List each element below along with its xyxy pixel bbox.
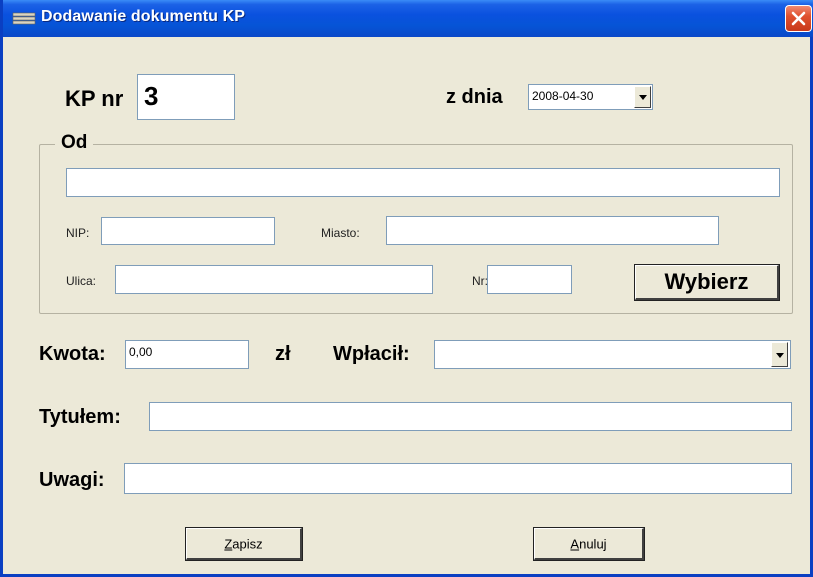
nr-label: Nr:	[472, 274, 488, 288]
cancel-button[interactable]: Anuluj	[534, 528, 644, 560]
save-button[interactable]: Zapisz	[186, 528, 302, 560]
miasto-field[interactable]	[386, 216, 719, 245]
od-name-field[interactable]	[66, 168, 780, 197]
nip-field[interactable]	[101, 217, 275, 245]
wplacil-dropdown-button[interactable]	[771, 342, 788, 367]
ulica-label: Ulica:	[66, 274, 97, 288]
wplacil-label: Wpłacił:	[333, 343, 410, 365]
wybierz-button-label: Wybierz	[664, 269, 749, 294]
uwagi-label: Uwagi:	[39, 469, 105, 491]
close-button[interactable]	[785, 5, 812, 32]
close-icon	[791, 11, 806, 26]
dialog-window: Dodawanie dokumentu KP KP nr 3 z dnia 20…	[0, 0, 813, 577]
nip-label: NIP:	[66, 226, 90, 240]
ulica-field[interactable]	[115, 265, 433, 294]
kp-number-field[interactable]: 3	[137, 74, 235, 120]
od-group-legend: Od	[55, 132, 94, 154]
tytulem-label: Tytułem:	[39, 406, 121, 428]
miasto-label: Miasto:	[321, 226, 360, 240]
save-button-label: Zapisz	[224, 536, 263, 551]
cancel-button-label: Anuluj	[570, 536, 607, 551]
nr-field[interactable]	[487, 265, 572, 294]
kwota-field[interactable]: 0,00	[125, 340, 249, 369]
currency-label: zł	[275, 343, 291, 365]
kwota-label: Kwota:	[39, 343, 106, 365]
date-dropdown-button[interactable]	[634, 86, 651, 108]
window-title: Dodawanie dokumentu KP	[41, 8, 245, 25]
date-value: 2008-04-30	[532, 89, 594, 103]
tytulem-field[interactable]	[149, 402, 792, 431]
app-icon	[12, 12, 36, 25]
wybierz-button[interactable]: Wybierz	[635, 265, 779, 300]
uwagi-field[interactable]	[124, 463, 792, 494]
title-bar[interactable]: Dodawanie dokumentu KP	[3, 0, 813, 37]
kp-number-label: KP nr	[65, 86, 124, 111]
date-label: z dnia	[446, 86, 503, 108]
wplacil-combobox[interactable]	[434, 340, 791, 369]
